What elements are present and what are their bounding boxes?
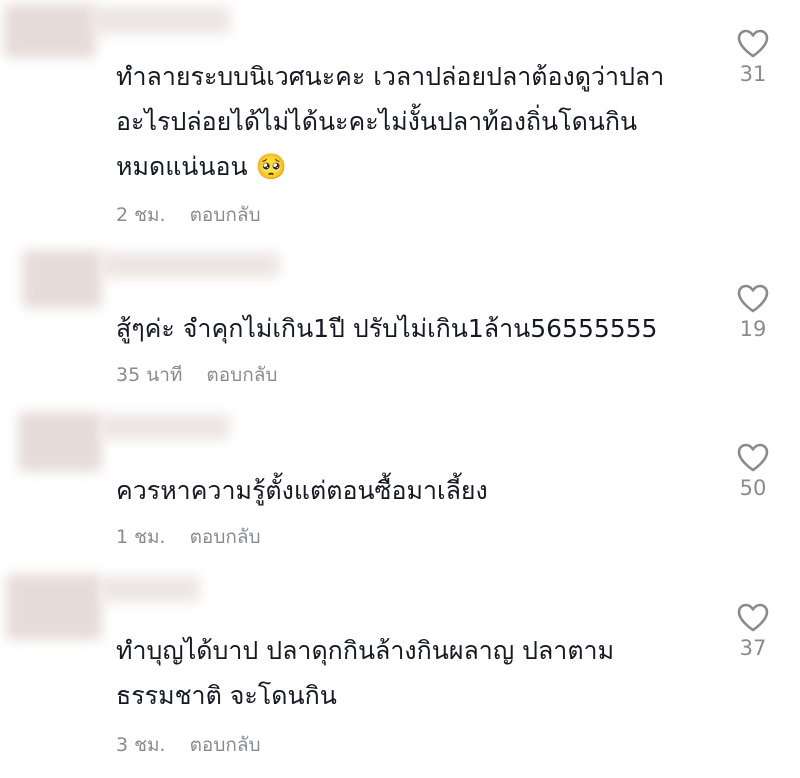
reply-button[interactable]: ตอบกลับ xyxy=(190,200,261,230)
heart-outline-icon xyxy=(737,29,769,58)
like-button[interactable]: 37 xyxy=(730,602,776,660)
comment-timestamp: 35 นาที xyxy=(116,364,183,386)
comment-meta: 1 ชม. ตอบกลับ xyxy=(116,522,261,552)
reply-button[interactable]: ตอบกลับ xyxy=(190,730,261,760)
comment-text: ควรหาความรู้ตั้งแต่ตอนซื้อมาเลี้ยง xyxy=(116,476,488,505)
like-button[interactable]: 31 xyxy=(730,28,776,86)
heart-outline-icon xyxy=(737,443,769,472)
like-count: 37 xyxy=(739,636,767,660)
comment-text: ทำลายระบบนิเวศนะคะ เวลาปล่อยปลาต้องดูว่า… xyxy=(116,62,665,181)
reply-button[interactable]: ตอบกลับ xyxy=(190,522,261,552)
blurred-username xyxy=(100,252,280,278)
reply-button[interactable]: ตอบกลับ xyxy=(206,360,277,390)
comment-text: สู้ๆค่ะ จำคุกไม่เกิน1ปี ปรับไม่เกิน1ล้าน… xyxy=(116,314,658,343)
comment-meta: 3 ชม. ตอบกลับ xyxy=(116,730,261,760)
like-count: 19 xyxy=(739,317,767,341)
comment-timestamp: 2 ชม. xyxy=(116,204,166,226)
comment-item: ทำลายระบบนิเวศนะคะ เวลาปล่อยปลาต้องดูว่า… xyxy=(0,0,800,245)
blurred-avatar xyxy=(22,250,102,308)
heart-outline-icon xyxy=(737,603,769,632)
heart-outline-icon xyxy=(737,284,769,313)
comment-timestamp: 3 ชม. xyxy=(116,734,166,756)
comment-timestamp: 1 ชม. xyxy=(116,526,166,548)
blurred-username xyxy=(100,576,200,602)
blurred-avatar xyxy=(4,4,96,58)
blurred-username xyxy=(100,414,230,440)
like-button[interactable]: 19 xyxy=(730,283,776,341)
blurred-username xyxy=(90,6,230,34)
like-count: 50 xyxy=(739,476,767,500)
like-count: 31 xyxy=(739,62,767,86)
comment-text: ทำบุญได้บาป ปลาดุกกินล้างกินผลาญ ปลาตาม … xyxy=(116,636,615,710)
blurred-avatar xyxy=(18,412,102,472)
comment-meta: 2 ชม. ตอบกลับ xyxy=(116,200,261,230)
blurred-avatar xyxy=(6,574,102,640)
like-button[interactable]: 50 xyxy=(730,442,776,500)
comment-meta: 35 นาที ตอบกลับ xyxy=(116,360,277,390)
